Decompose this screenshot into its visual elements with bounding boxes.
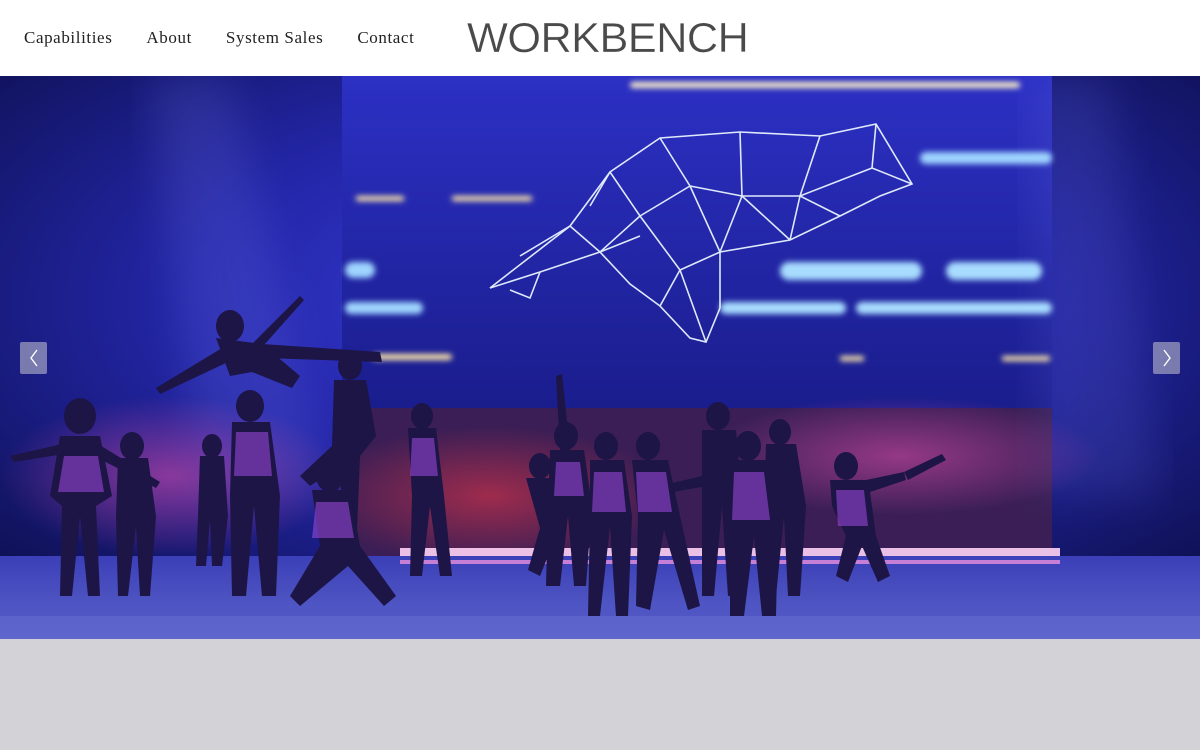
content-section <box>0 639 1200 750</box>
hero-image <box>0 76 1200 639</box>
chevron-right-icon <box>1162 349 1171 367</box>
nav-contact-link[interactable]: Contact <box>357 28 414 48</box>
main-nav: Capabilities About System Sales Contact <box>24 0 448 76</box>
hero-slider <box>0 76 1200 639</box>
nav-system-sales-link[interactable]: System Sales <box>226 28 323 48</box>
nav-about-link[interactable]: About <box>146 28 192 48</box>
logo-text: WORKBENCH <box>467 14 749 61</box>
chevron-left-icon <box>29 349 38 367</box>
site-header: Capabilities About System Sales Contact … <box>0 0 1200 76</box>
slider-prev-button[interactable] <box>20 342 47 374</box>
nav-capabilities-link[interactable]: Capabilities <box>24 28 112 48</box>
slider-next-button[interactable] <box>1153 342 1180 374</box>
brand-logo[interactable]: WORKBENCH <box>456 14 752 61</box>
